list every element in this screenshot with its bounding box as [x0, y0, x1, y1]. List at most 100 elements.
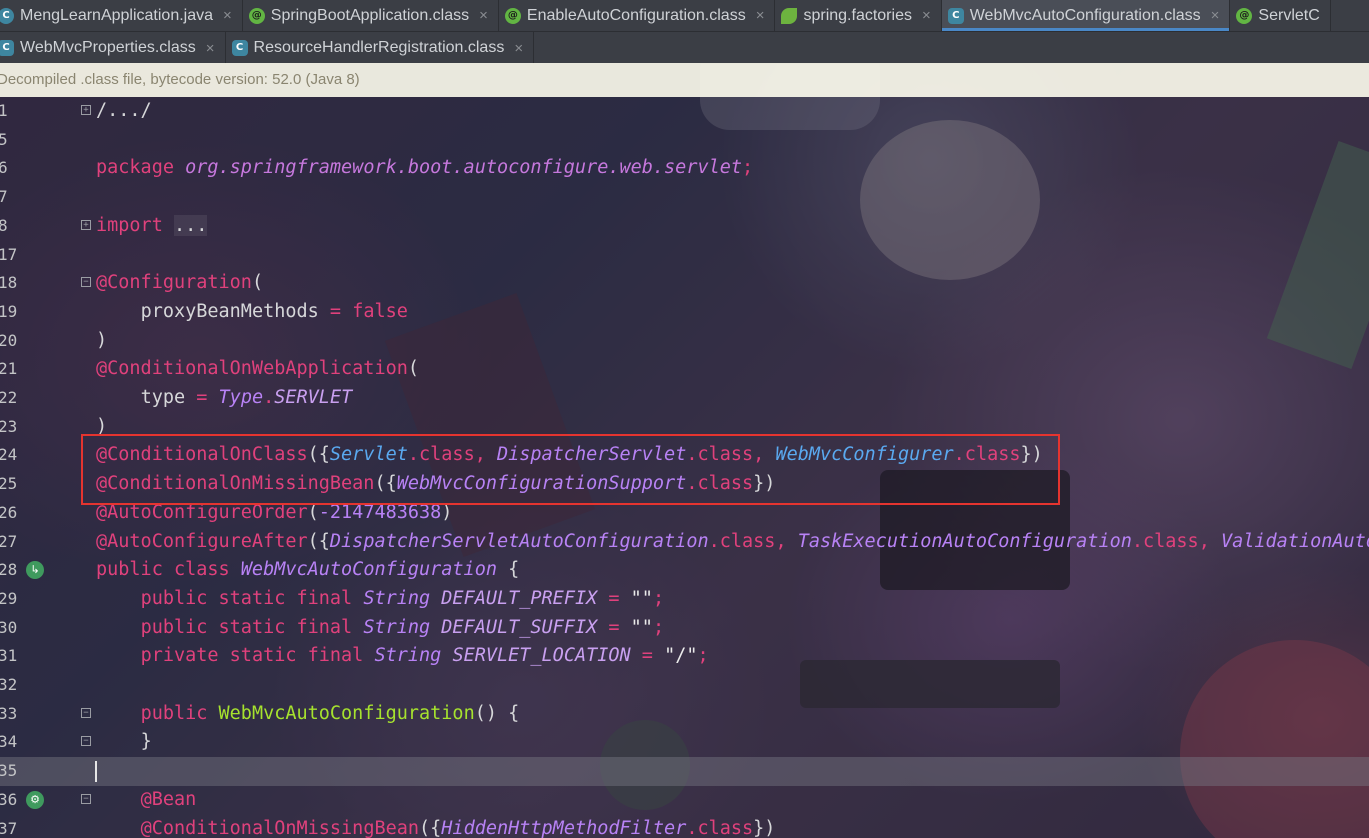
line-number: 24	[0, 445, 18, 465]
code-text: type = Type.SERVLET	[96, 384, 353, 413]
close-icon[interactable]: ×	[479, 7, 488, 24]
fold-collapse-icon[interactable]: −	[81, 736, 91, 747]
decompiled-banner: Decompiled .class file, bytecode version…	[0, 63, 1369, 97]
code-text: /.../	[96, 97, 152, 126]
punctuation: ,	[1198, 530, 1221, 552]
folded-header[interactable]: /.../	[96, 100, 152, 121]
line-number: 37	[0, 818, 18, 838]
tab-label: WebMvcAutoConfiguration.class	[969, 6, 1201, 24]
tab-resource-handler-registration[interactable]: C ResourceHandlerRegistration.class ×	[226, 32, 535, 64]
class-literal: .class	[1131, 530, 1199, 552]
code-line: 37 @ConditionalOnMissingBean({HiddenHttp…	[0, 815, 1369, 838]
code-line: 20 )	[0, 327, 1369, 356]
close-icon[interactable]: ×	[223, 7, 232, 24]
keyword: false	[352, 300, 408, 322]
type-name: String	[374, 645, 442, 667]
operator: =	[597, 616, 631, 638]
punctuation: ({	[419, 817, 442, 838]
code-line: 1 + /.../	[0, 97, 1369, 126]
line-number: 22	[0, 388, 18, 407]
fold-expand-icon[interactable]: +	[81, 219, 91, 230]
tab-label: ServletC	[1258, 6, 1320, 24]
punctuation: (	[251, 272, 264, 294]
decompiled-banner-text: Decompiled .class file, bytecode version…	[0, 71, 360, 88]
fold-collapse-icon[interactable]: −	[81, 707, 91, 718]
punctuation: })	[753, 817, 776, 838]
fold-collapse-icon[interactable]: −	[81, 277, 91, 288]
annotation: @ConditionalOnMissingBean	[140, 817, 420, 838]
spring-icon	[781, 7, 798, 24]
line-number: 23	[0, 416, 18, 436]
annotation: @Bean	[140, 788, 197, 810]
line-number: 27	[0, 531, 18, 551]
code-text: @AutoConfigureAfter({DispatcherServletAu…	[96, 528, 1369, 557]
code-line: 36 ⚙ − @Bean	[0, 786, 1369, 815]
punctuation: }	[140, 731, 152, 753]
keyword: public class	[96, 559, 230, 581]
tab-web-mvc-auto-configuration[interactable]: C WebMvcAutoConfiguration.class ×	[941, 0, 1231, 31]
close-icon[interactable]: ×	[514, 40, 523, 57]
line-number: 18	[0, 273, 18, 293]
tab-web-mvc-properties[interactable]: C WebMvcProperties.class ×	[0, 32, 226, 64]
line-number: 25	[0, 474, 18, 494]
highlight-annotation-box	[81, 434, 1060, 505]
tab-enable-auto-configuration[interactable]: @ EnableAutoConfiguration.class ×	[499, 0, 776, 31]
code-text: @ConditionalOnWebApplication(	[96, 355, 419, 384]
class-literal: .class	[686, 817, 754, 838]
operator: =	[597, 587, 631, 609]
punctuation: .	[263, 387, 275, 408]
code-line: 8 + import ...	[0, 212, 1369, 241]
code-line: 5	[0, 126, 1369, 155]
fold-expand-icon[interactable]: +	[81, 105, 91, 115]
class-reference: HiddenHttpMethodFilter	[441, 817, 687, 838]
class-reference: ValidationAutoC	[1220, 530, 1369, 552]
editor-tab-bar-row-2: C WebMvcProperties.class × C ResourceHan…	[0, 31, 1369, 64]
line-number: 34	[0, 732, 18, 752]
type-name: String	[363, 587, 431, 609]
gutter-bean-icon[interactable]: ⚙	[26, 790, 44, 809]
code-editor[interactable]: 1 + /.../ 5 6 package org.springframewor…	[0, 97, 1369, 838]
close-icon[interactable]: ×	[756, 7, 765, 24]
constant: SERVLET_LOCATION	[452, 645, 631, 667]
close-icon[interactable]: ×	[206, 40, 215, 57]
line-number: 7	[0, 187, 8, 207]
code-text: }	[96, 728, 152, 757]
tab-spring-boot-application[interactable]: @ SpringBootApplication.class ×	[243, 0, 499, 31]
class-file-icon: C	[947, 7, 964, 24]
code-text: public WebMvcAutoConfiguration() {	[96, 700, 520, 729]
tab-label: MengLearnApplication.java	[20, 6, 214, 24]
fold-collapse-icon[interactable]: −	[81, 793, 91, 804]
type-name: String	[363, 616, 431, 638]
string-literal: ""	[630, 587, 653, 609]
code-text: import ...	[96, 212, 208, 241]
class-name: WebMvcAutoConfiguration	[240, 559, 497, 581]
punctuation: (	[407, 358, 420, 380]
tab-label: EnableAutoConfiguration.class	[526, 6, 746, 24]
parameter-name: type	[140, 387, 186, 408]
code-text: )	[96, 327, 107, 356]
line-number: 17	[0, 244, 18, 264]
constant: SERVLET	[274, 387, 353, 408]
string-literal: "/"	[664, 645, 698, 667]
close-icon[interactable]: ×	[1211, 7, 1220, 24]
code-text: public static final String DEFAULT_PREFI…	[96, 585, 665, 614]
punctuation: {	[496, 559, 520, 581]
tab-meng-learn-application[interactable]: C MengLearnApplication.java ×	[0, 0, 243, 31]
punctuation: ({	[307, 530, 330, 552]
gutter-implemented-icon[interactable]: ↳	[26, 561, 44, 580]
annotation-icon: @	[1236, 7, 1253, 24]
class-reference: DispatcherServletAutoConfiguration	[329, 530, 709, 552]
code-text: @Bean	[96, 786, 197, 815]
code-line: 28 ↳ public class WebMvcAutoConfiguratio…	[0, 556, 1369, 585]
line-number: 29	[0, 588, 18, 608]
tab-spring-factories[interactable]: spring.factories ×	[775, 0, 942, 31]
tab-servlet-c[interactable]: @ ServletC	[1230, 0, 1331, 31]
code-line: 19 proxyBeanMethods = false	[0, 298, 1369, 327]
close-icon[interactable]: ×	[922, 7, 931, 24]
line-number: 19	[0, 301, 18, 321]
class-file-icon: C	[231, 40, 248, 56]
line-number: 6	[0, 158, 8, 178]
operator: =	[185, 387, 219, 408]
folded-imports[interactable]: ...	[173, 214, 208, 236]
code-line: 18 − @Configuration(	[0, 269, 1369, 298]
